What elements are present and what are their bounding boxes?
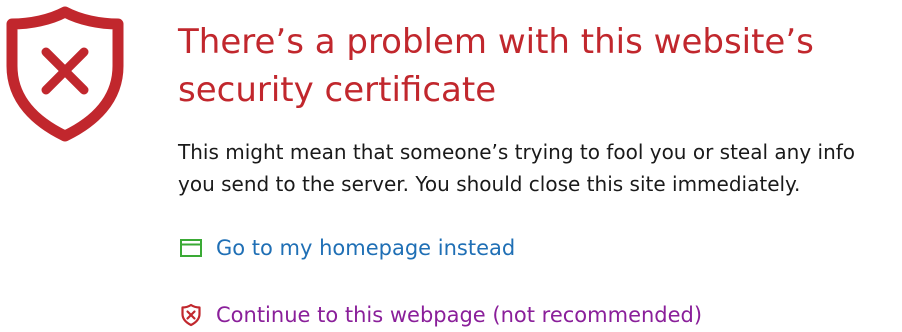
shield-x-icon [178, 302, 204, 328]
error-description-line-2: you send to the server. You should close… [178, 172, 801, 196]
window-icon [178, 235, 204, 261]
page-title-line-1: There’s a problem with this website’s [178, 22, 814, 62]
continue-to-webpage-label: Continue to this webpage (not recommende… [216, 303, 703, 327]
error-description: This might mean that someone’s trying to… [178, 136, 855, 200]
continue-to-webpage-link[interactable]: Continue to this webpage (not recommende… [178, 301, 702, 329]
page-title-line-2: security certificate [178, 70, 497, 110]
security-warning-shield-icon [0, 4, 130, 144]
go-to-homepage-label: Go to my homepage instead [216, 236, 516, 260]
error-content: There’s a problem with this website’s se… [178, 18, 902, 327]
page-title: There’s a problem with this website’s se… [178, 18, 902, 114]
go-to-homepage-link[interactable]: Go to my homepage instead [178, 234, 515, 262]
error-description-line-1: This might mean that someone’s trying to… [178, 140, 856, 164]
